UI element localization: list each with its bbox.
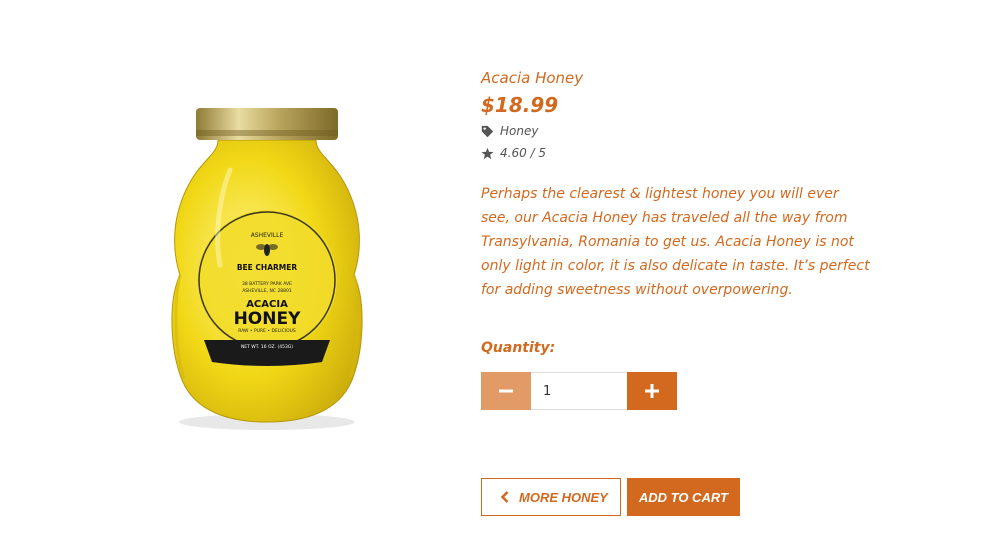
quantity-input[interactable] — [531, 372, 627, 410]
minus-icon — [499, 389, 513, 393]
plus-icon — [645, 384, 659, 398]
more-honey-button[interactable]: MORE HONEY — [481, 478, 621, 516]
product-category-link[interactable]: Honey — [500, 124, 538, 138]
quantity-increase-button[interactable] — [627, 372, 677, 410]
product-actions: MORE HONEY ADD TO CART — [481, 478, 740, 516]
product-details: Acacia Honey $18.99 Honey 4.60 / 5 Perha… — [481, 68, 881, 410]
more-honey-label: MORE HONEY — [519, 489, 608, 505]
quantity-stepper — [481, 372, 881, 410]
quantity-decrease-button[interactable] — [481, 372, 531, 410]
jar-variety-line2: HONEY — [234, 309, 302, 329]
chevron-left-icon — [500, 491, 509, 503]
product-image: ASHEVILLE BEE CHARMER 38 BATTERY PARK AV… — [160, 100, 375, 435]
jar-address-line1: 38 BATTERY PARK AVE — [242, 281, 292, 287]
tag-icon — [481, 125, 494, 137]
star-icon — [481, 147, 494, 159]
add-to-cart-button[interactable]: ADD TO CART — [626, 478, 740, 516]
product-rating-value: 4.60 / 5 — [500, 146, 547, 160]
jar-net-weight: NET WT. 16 OZ. (453G) — [241, 344, 293, 350]
product-price: $18.99 — [481, 93, 559, 117]
honey-jar-illustration: ASHEVILLE BEE CHARMER 38 BATTERY PARK AV… — [171, 108, 363, 430]
product-rating: 4.60 / 5 — [481, 144, 881, 162]
jar-brand-text: BEE CHARMER — [237, 263, 298, 272]
jar-tagline: RAW • PURE • DELICIOUS — [238, 328, 296, 334]
product-title: Acacia Honey — [481, 69, 584, 87]
jar-address-line2: ASHEVILLE, NC 28801 — [242, 288, 292, 294]
quantity-label: Quantity: — [481, 340, 556, 356]
product-description: Perhaps the clearest & lightest honey yo… — [481, 186, 870, 298]
add-to-cart-label: ADD TO CART — [638, 489, 728, 505]
product-category: Honey — [481, 122, 881, 140]
jar-town-text: ASHEVILLE — [251, 232, 284, 239]
